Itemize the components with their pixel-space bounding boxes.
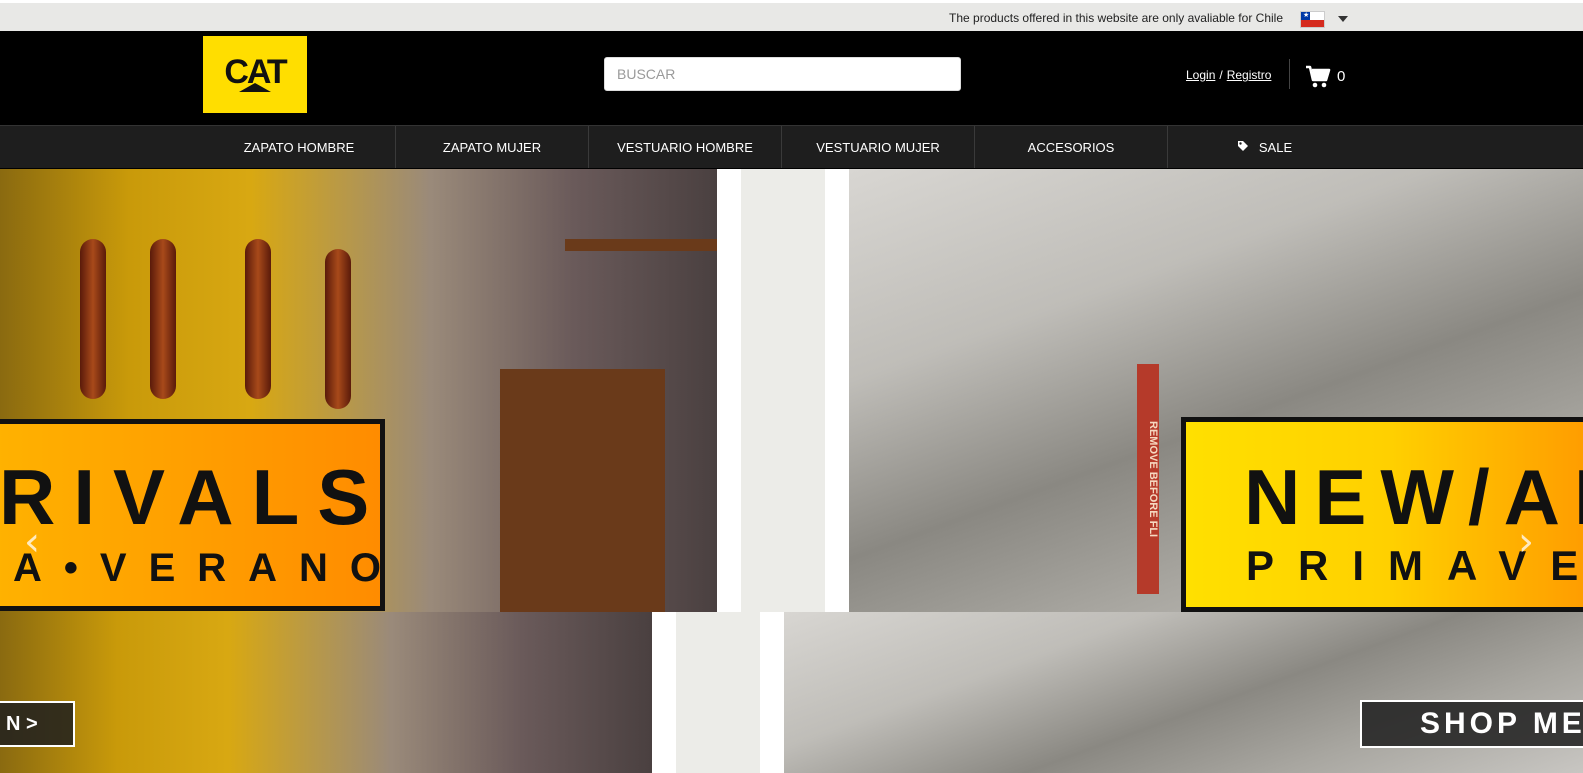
register-link[interactable]: Registro [1227, 68, 1272, 82]
chile-flag-icon[interactable]: ★ [1300, 11, 1325, 28]
violin-shape [245, 239, 271, 399]
slide-gap [760, 612, 784, 773]
shopping-cart-icon[interactable] [1305, 65, 1331, 94]
arrivals-banner-title: RIVALS [0, 453, 385, 541]
slide-gap [825, 169, 849, 612]
shop-now-button-left[interactable]: N > [0, 701, 75, 747]
shop-men-button[interactable]: SHOP MEN [1360, 700, 1583, 748]
arrivals-banner-subtitle: A•VERANO [13, 546, 385, 590]
new-arrivals-banner[interactable]: NEW/AR PRIMAVER [1181, 417, 1583, 612]
wooden-cabinet [500, 369, 665, 612]
violin-shape [80, 239, 106, 399]
account-separator: / [1219, 68, 1223, 82]
slide-gap [717, 169, 741, 612]
login-link[interactable]: Login [1186, 68, 1215, 82]
slide-gap [652, 612, 676, 773]
country-notice-bar: The products offered in this website are… [0, 0, 1583, 31]
nav-item-zapato-hombre[interactable]: ZAPATO HOMBRE [203, 126, 396, 168]
search-input[interactable] [604, 57, 961, 91]
hero-image-industrial: REMOVE BEFORE FLI NEW/AR PRIMAVER [849, 169, 1583, 612]
nav-item-sale[interactable]: SALE [1168, 126, 1361, 168]
slide-gap [676, 612, 760, 773]
nav-item-accesorios[interactable]: ACCESORIOS [975, 126, 1168, 168]
slide-gap [741, 169, 825, 612]
account-links: Login / Registro [1186, 68, 1271, 82]
nav-item-vestuario-hombre[interactable]: VESTUARIO HOMBRE [589, 126, 782, 168]
country-dropdown-caret-icon[interactable] [1338, 16, 1348, 22]
remove-before-flight-strap: REMOVE BEFORE FLI [1137, 364, 1159, 594]
nav-item-zapato-mujer[interactable]: ZAPATO MUJER [396, 126, 589, 168]
carousel-prev-icon[interactable]: ‹ [24, 519, 40, 565]
logo-triangle-icon [239, 83, 271, 92]
arrivals-banner[interactable]: RIVALS A•VERANO [0, 419, 385, 611]
hero-carousel: RIVALS A•VERANO REMOVE BEFORE FLI NEW/AR… [0, 169, 1583, 773]
nav-item-vestuario-mujer[interactable]: VESTUARIO MUJER [782, 126, 975, 168]
hero-image-music-shop-lower: N > [0, 612, 652, 773]
hero-image-music-shop: RIVALS A•VERANO [0, 169, 717, 612]
hero-image-industrial-lower: SHOP MEN [784, 612, 1583, 773]
violin-shape [325, 249, 351, 409]
page: The products offered in this website are… [0, 0, 1583, 773]
wooden-shelf [565, 239, 717, 251]
nav-item-sale-label: SALE [1258, 139, 1293, 155]
violin-shape [150, 239, 176, 399]
cart-count[interactable]: 0 [1337, 68, 1345, 85]
site-header: CAT Login / Registro 0 [0, 31, 1583, 125]
header-divider [1289, 59, 1290, 89]
carousel-next-icon[interactable]: › [1518, 519, 1534, 565]
main-nav: ZAPATO HOMBRE ZAPATO MUJER VESTUARIO HOM… [0, 125, 1583, 169]
cat-logo[interactable]: CAT [203, 36, 307, 113]
tag-icon [1237, 140, 1249, 155]
availability-notice: The products offered in this website are… [949, 11, 1283, 25]
